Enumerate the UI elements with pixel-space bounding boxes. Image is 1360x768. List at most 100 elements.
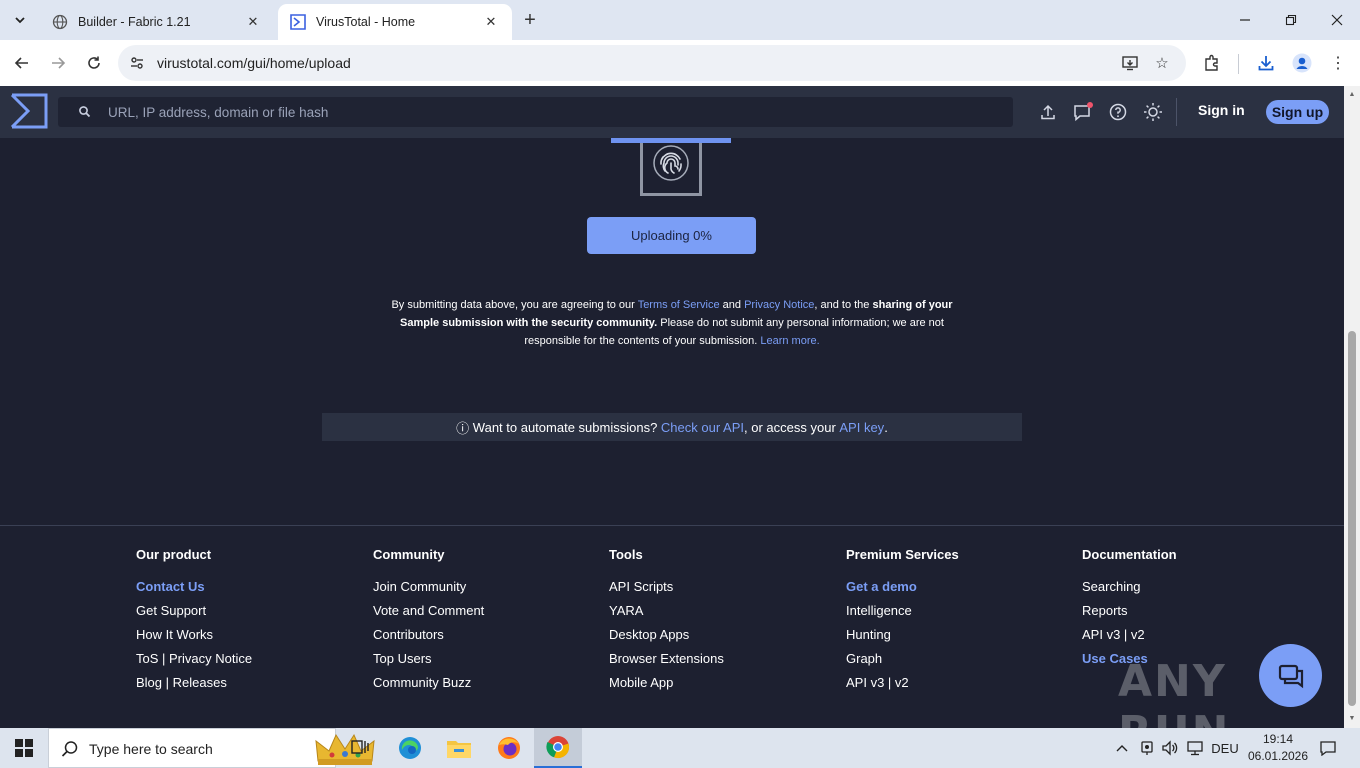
help-icon[interactable] <box>1107 101 1129 123</box>
footer-link[interactable]: Blog | Releases <box>136 674 252 698</box>
privacy-notice-link[interactable]: Privacy Notice <box>744 299 814 311</box>
footer-link[interactable]: Browser Extensions <box>609 650 724 674</box>
footer-link[interactable]: Get Support <box>136 602 252 626</box>
profile-avatar-icon[interactable] <box>1289 50 1315 76</box>
footer-link[interactable]: Searching <box>1082 578 1177 602</box>
learn-more-link[interactable]: Learn more. <box>760 335 819 347</box>
vt-search-bar[interactable] <box>58 97 1013 127</box>
footer-link[interactable]: API v3 | v2 <box>1082 626 1177 650</box>
close-icon[interactable]: ✕ <box>482 13 500 31</box>
close-icon <box>1331 14 1343 26</box>
page-scrollbar[interactable]: ▲ ▼ <box>1344 86 1360 728</box>
footer-link[interactable]: Mobile App <box>609 674 724 698</box>
vt-search-input[interactable] <box>108 97 988 127</box>
toolbar-divider <box>1238 54 1239 74</box>
extensions-icon[interactable] <box>1199 50 1225 76</box>
api-banner-text: Want to automate submissions? <box>469 419 661 435</box>
address-bar[interactable]: virustotal.com/gui/home/upload ☆ <box>118 45 1186 81</box>
taskbar-clock[interactable]: 19:14 06.01.2026 <box>1240 731 1316 765</box>
footer-link[interactable]: Top Users <box>373 650 484 674</box>
keyboard-language-indicator[interactable]: DEU <box>1208 728 1242 768</box>
virustotal-logo-icon[interactable] <box>10 93 48 129</box>
footer-link[interactable]: Hunting <box>846 626 959 650</box>
tab-builder[interactable]: Builder - Fabric 1.21 ✕ <box>40 4 274 40</box>
edge-taskbar-button[interactable] <box>386 728 434 768</box>
sign-in-link[interactable]: Sign in <box>1198 102 1245 118</box>
firefox-icon <box>498 737 520 759</box>
footer-link[interactable]: API v3 | v2 <box>846 674 959 698</box>
scroll-up-arrow-icon[interactable]: ▲ <box>1348 90 1356 98</box>
footer-link[interactable]: Reports <box>1082 602 1177 626</box>
footer-column-community: Community Join Community Vote and Commen… <box>373 546 484 698</box>
taskbar-search-box[interactable]: Type here to search <box>48 728 375 768</box>
close-icon[interactable]: ✕ <box>244 13 262 31</box>
footer-link[interactable]: How It Works <box>136 626 252 650</box>
scroll-down-arrow-icon[interactable]: ▼ <box>1348 714 1356 722</box>
maximize-button[interactable] <box>1268 0 1314 40</box>
reload-button[interactable] <box>80 49 108 77</box>
downloads-icon[interactable] <box>1253 50 1279 76</box>
sign-up-button[interactable]: Sign up <box>1266 100 1329 124</box>
virustotal-favicon-icon <box>290 14 306 30</box>
taskbar-search-text: Type here to search <box>89 741 213 757</box>
new-tab-button[interactable]: + <box>518 8 542 32</box>
notifications-chat-icon[interactable] <box>1072 101 1094 123</box>
uploading-status-button[interactable]: Uploading 0% <box>587 217 756 254</box>
tab-search-button[interactable] <box>8 8 32 32</box>
volume-speaker-icon[interactable] <box>1160 728 1180 768</box>
minimize-button[interactable] <box>1222 0 1268 40</box>
footer-heading: Documentation <box>1082 547 1177 562</box>
close-window-button[interactable] <box>1314 0 1360 40</box>
file-explorer-taskbar-button[interactable] <box>435 728 483 768</box>
chrome-taskbar-button[interactable] <box>534 728 582 768</box>
footer-link[interactable]: ToS | Privacy Notice <box>136 650 252 674</box>
footer-link[interactable]: Get a demo <box>846 578 959 602</box>
notifications-icon[interactable] <box>1316 728 1340 768</box>
back-button[interactable] <box>8 49 36 77</box>
footer-heading: Our product <box>136 547 212 562</box>
footer-link[interactable]: Vote and Comment <box>373 602 484 626</box>
more-menu-icon[interactable]: ⋮ <box>1325 50 1351 76</box>
footer-link[interactable]: Community Buzz <box>373 674 484 698</box>
network-monitor-icon[interactable] <box>1184 728 1206 768</box>
search-icon <box>79 106 91 118</box>
footer-link[interactable]: YARA <box>609 602 724 626</box>
terms-of-service-link[interactable]: Terms of Service <box>638 299 720 311</box>
install-app-icon[interactable] <box>1120 53 1140 73</box>
tray-overflow-chevron-icon[interactable] <box>1112 728 1132 768</box>
check-api-link[interactable]: Check our API <box>661 420 744 435</box>
chrome-icon <box>546 736 570 759</box>
firefox-taskbar-button[interactable] <box>485 728 533 768</box>
folder-icon <box>447 741 471 758</box>
forward-button[interactable] <box>44 49 72 77</box>
tab-virustotal[interactable]: VirusTotal - Home ✕ <box>278 4 512 40</box>
footer-link[interactable]: Contributors <box>373 626 484 650</box>
footer-column-premium-services: Premium Services Get a demo Intelligence… <box>846 546 959 698</box>
clock-date: 06.01.2026 <box>1247 749 1309 763</box>
minimize-icon <box>1240 19 1250 21</box>
footer-link[interactable]: Join Community <box>373 578 484 602</box>
footer-link[interactable]: Intelligence <box>846 602 959 626</box>
arrow-right-icon <box>52 57 66 69</box>
network-device-icon[interactable] <box>1137 728 1157 768</box>
footer-link[interactable]: Contact Us <box>136 578 252 602</box>
api-key-link[interactable]: API key <box>839 420 884 435</box>
upload-icon[interactable] <box>1037 101 1059 123</box>
task-view-button[interactable] <box>336 728 384 768</box>
restore-icon <box>1285 14 1297 26</box>
windows-logo-icon <box>15 739 33 757</box>
task-view-icon <box>351 740 369 754</box>
footer-link[interactable]: Graph <box>846 650 959 674</box>
start-button[interactable] <box>0 728 48 768</box>
scrollbar-thumb[interactable] <box>1348 331 1356 706</box>
terms-text: By submitting data above, you are agreei… <box>391 299 638 311</box>
footer-column-tools: Tools API Scripts YARA Desktop Apps Brow… <box>609 546 724 698</box>
footer-link[interactable]: Desktop Apps <box>609 626 724 650</box>
bookmark-star-icon[interactable]: ☆ <box>1152 53 1172 73</box>
arrow-left-icon <box>14 57 28 69</box>
submission-terms-text: By submitting data above, you are agreei… <box>380 296 964 350</box>
site-settings-icon[interactable] <box>128 54 146 72</box>
footer-link[interactable]: API Scripts <box>609 578 724 602</box>
theme-toggle-sun-icon[interactable] <box>1142 101 1164 123</box>
api-banner-text: . <box>884 419 888 435</box>
